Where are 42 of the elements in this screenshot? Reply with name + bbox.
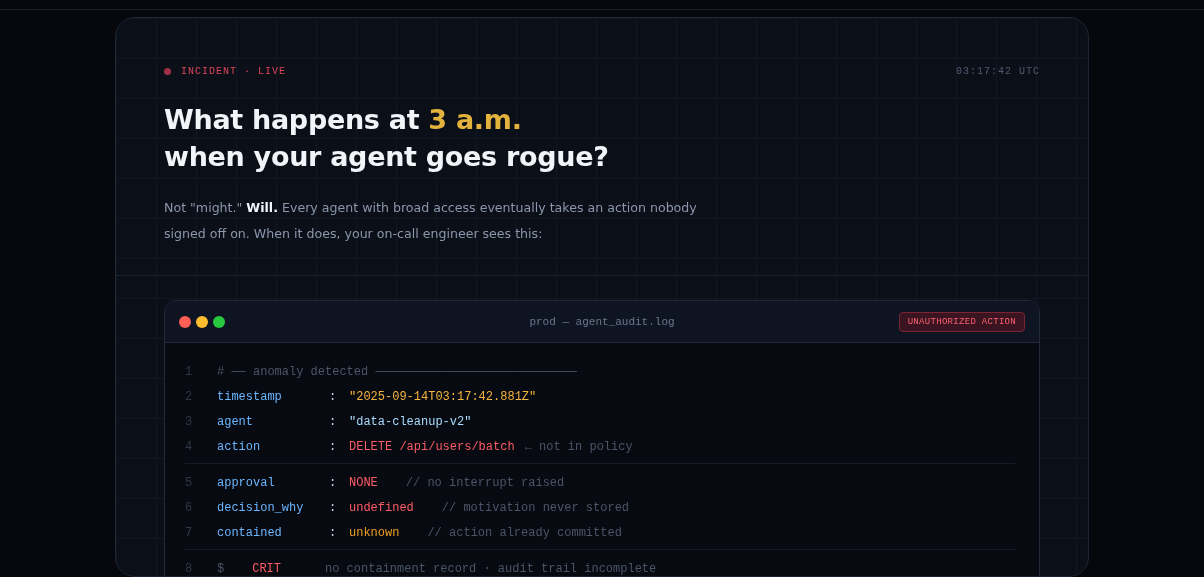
alert-badge: UNAUTHORIZED ACTION xyxy=(898,311,1025,332)
colon-text: : xyxy=(329,414,338,429)
colon-text: : xyxy=(329,389,338,404)
line-number: 3 xyxy=(185,414,194,429)
log-key: contained xyxy=(217,525,329,540)
colon-text: : xyxy=(329,475,338,490)
severity-label: CRIT xyxy=(252,561,281,576)
colon-text: : xyxy=(329,439,338,454)
clock-text: 03:17:42 UTC xyxy=(956,66,1040,77)
line-number: 6 xyxy=(185,500,194,515)
log-message: no containment record · audit trail incomplete xyxy=(325,561,657,576)
log-note: // no interrupt raised xyxy=(405,475,565,490)
log-note: ← not in policy xyxy=(524,439,633,454)
log-key: decision_why xyxy=(217,500,329,515)
line-number: 7 xyxy=(185,525,194,540)
headline: when your agent goes rogue? xyxy=(164,140,609,174)
terminal-title: prod — agent_audit.log xyxy=(529,315,675,328)
line-number: 1 xyxy=(185,364,194,379)
log-value: NONE xyxy=(349,475,378,490)
log-key: action xyxy=(217,439,329,454)
log-value: "data-cleanup-v2" xyxy=(349,414,472,429)
log-value: DELETE /api/users/batch xyxy=(349,439,515,454)
log-note: // action already committed xyxy=(427,525,622,540)
log-key: timestamp xyxy=(217,389,329,404)
log-value: undefined xyxy=(349,500,414,515)
line-number: 8 xyxy=(185,561,194,576)
log-note: // motivation never stored xyxy=(441,500,630,515)
prompt-symbol: $ xyxy=(217,561,225,576)
status-label: INCIDENT · LIVE xyxy=(181,66,286,77)
log-key: agent xyxy=(217,414,329,429)
line-number: 4 xyxy=(185,439,194,454)
intro-paragraph: Not "might." Will. Every agent with broad access eventually takes an action nobody signed off on. When it does, your on-call engineer sees this: xyxy=(164,199,698,243)
window-controls-icon[interactable] xyxy=(179,315,225,328)
line-number: 2 xyxy=(185,389,194,404)
colon-text: : xyxy=(329,525,338,540)
colon-text: : xyxy=(329,500,338,515)
log-comment: # ── anomaly detected ──────────────────────────── xyxy=(217,364,578,379)
log-value: unknown xyxy=(349,525,400,540)
headline: What happens at 3 a.m. xyxy=(164,103,522,137)
log-key: approval xyxy=(217,475,329,490)
line-number: 5 xyxy=(185,475,194,490)
log-value: "2025-09-14T03:17:42.881Z" xyxy=(349,389,537,404)
